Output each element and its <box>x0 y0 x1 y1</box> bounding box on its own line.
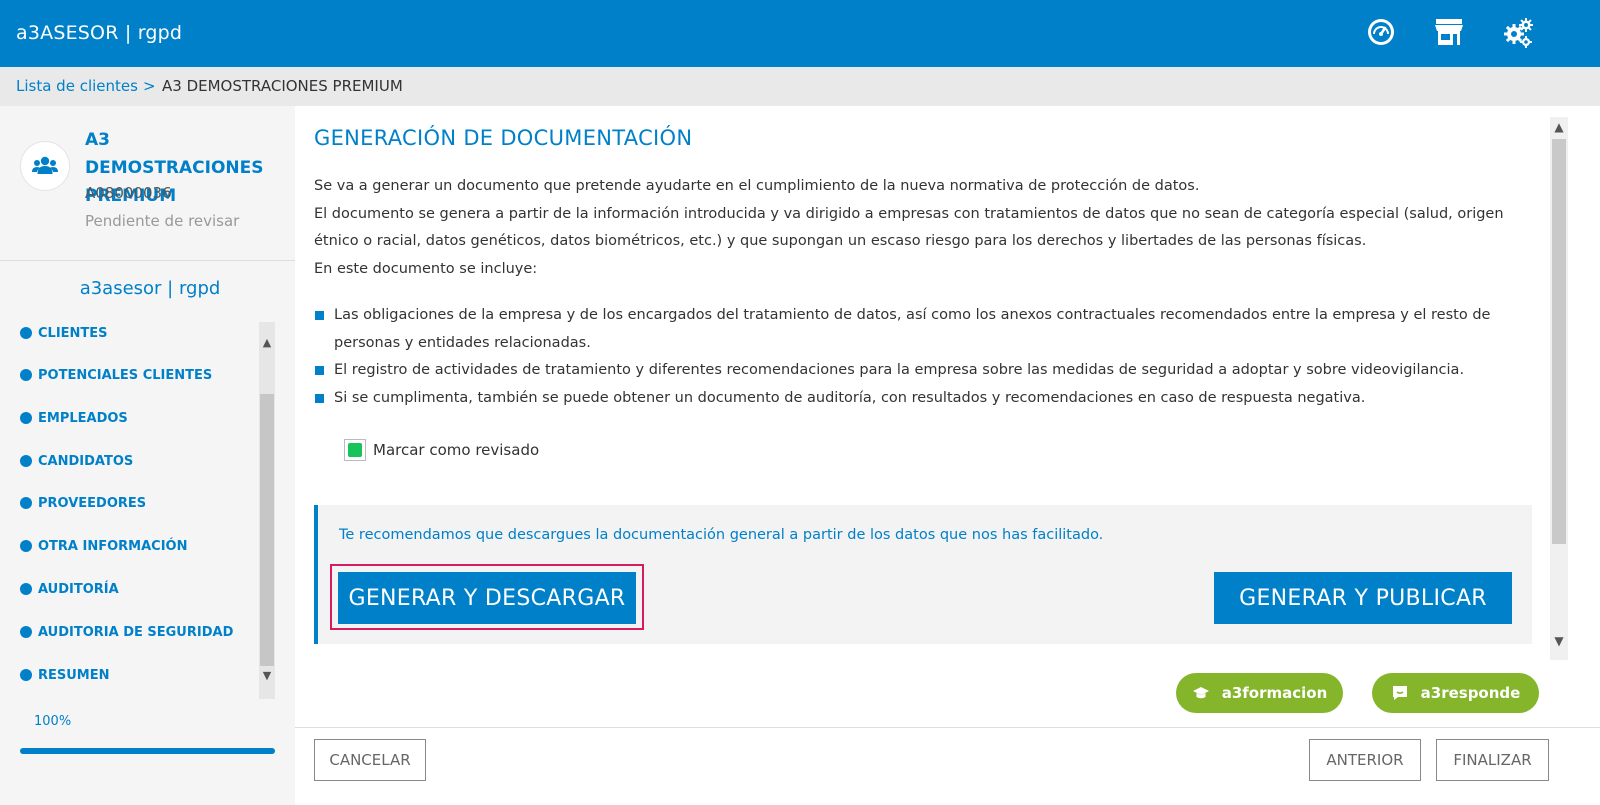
progress-fill <box>20 748 275 754</box>
intro-text: Se va a generar un documento que pretend… <box>314 173 1536 283</box>
progress-bar <box>20 748 275 754</box>
panel-recommendation-text: Te recomendamos que descargues la docume… <box>339 527 1104 543</box>
sidebar-item-empleados[interactable]: EMPLEADOS <box>20 407 128 429</box>
progress-label: 100% <box>34 714 72 729</box>
a3formacion-button[interactable]: a3formacion <box>1176 673 1343 713</box>
store-icon[interactable] <box>1433 16 1465 48</box>
sidebar-scrollbar[interactable]: ▲ ▼ <box>259 322 275 699</box>
sidebar-item-resumen[interactable]: RESUMEN <box>20 664 110 686</box>
page-title: GENERACIÓN DE DOCUMENTACIÓN <box>314 126 693 150</box>
sidebar: A3 DEMOSTRACIONES PREMIUM A08000036 Pend… <box>0 106 295 805</box>
a3responde-label: a3responde <box>1420 684 1521 702</box>
sidebar-item-label: CLIENTES <box>38 325 108 341</box>
dashboard-gauge-icon[interactable] <box>1365 16 1397 48</box>
sidebar-item-clientes[interactable]: CLIENTES <box>20 322 108 344</box>
list-item: Si se cumplimenta, también se puede obte… <box>314 385 1536 413</box>
chevron-up-icon[interactable]: ▲ <box>1550 118 1568 136</box>
sidebar-menu: CLIENTES POTENCIALES CLIENTES EMPLEADOS … <box>0 322 275 699</box>
settings-gears-icon[interactable] <box>1502 16 1534 48</box>
reviewed-checkbox-row[interactable]: Marcar como revisado <box>344 439 539 461</box>
graduation-cap-icon <box>1192 687 1209 699</box>
bullet-icon <box>20 369 32 381</box>
bullet-icon <box>20 327 32 339</box>
checkbox-checked-icon <box>348 443 362 457</box>
list-item: Las obligaciones de la empresa y de los … <box>314 302 1536 357</box>
main-content: GENERACIÓN DE DOCUMENTACIÓN Se va a gene… <box>295 106 1548 726</box>
sidebar-item-potenciales-clientes[interactable]: POTENCIALES CLIENTES <box>20 364 212 386</box>
main-scrollbar[interactable]: ▲ ▼ <box>1550 117 1568 660</box>
client-status: Pendiente de revisar <box>85 212 240 230</box>
intro-paragraph: En este documento se incluye: <box>314 260 538 277</box>
finish-button[interactable]: FINALIZAR <box>1436 739 1549 781</box>
breadcrumb-link-client-list[interactable]: Lista de clientes <box>16 77 138 95</box>
chevron-down-icon[interactable]: ▼ <box>1550 632 1568 650</box>
breadcrumb-current: A3 DEMOSTRACIONES PREMIUM <box>162 77 403 95</box>
chevron-down-icon[interactable]: ▼ <box>259 668 275 684</box>
sidebar-item-proveedores[interactable]: PROVEEDORES <box>20 492 146 514</box>
sidebar-item-label: PROVEEDORES <box>38 495 147 511</box>
client-card: A3 DEMOSTRACIONES PREMIUM A08000036 Pend… <box>0 106 295 261</box>
bullet-icon <box>20 455 32 467</box>
footer-bar: CANCELAR ANTERIOR FINALIZAR <box>295 727 1600 805</box>
main-scroll-thumb[interactable] <box>1552 139 1566 544</box>
sidebar-item-candidatos[interactable]: CANDIDATOS <box>20 450 133 472</box>
chevron-up-icon[interactable]: ▲ <box>259 335 275 351</box>
generate-download-button[interactable]: GENERAR Y DESCARGAR <box>338 572 636 624</box>
previous-button[interactable]: ANTERIOR <box>1309 739 1421 781</box>
breadcrumb: Lista de clientes > A3 DEMOSTRACIONES PR… <box>0 67 1600 106</box>
sidebar-item-otra-informacion[interactable]: OTRA INFORMACIÓN <box>20 535 187 557</box>
bullet-list: Las obligaciones de la empresa y de los … <box>314 302 1536 412</box>
bullet-icon <box>20 669 32 681</box>
cancel-button[interactable]: CANCELAR <box>314 739 426 781</box>
top-bar: a3ASESOR | rgpd <box>0 0 1600 67</box>
sidebar-item-auditoria-seguridad[interactable]: AUDITORIA DE SEGURIDAD <box>20 621 233 643</box>
sidebar-item-label: CANDIDATOS <box>38 453 134 469</box>
sidebar-item-label: AUDITORIA DE SEGURIDAD <box>38 624 234 640</box>
download-panel: Te recomendamos que descargues la docume… <box>314 505 1532 644</box>
bullet-icon <box>20 583 32 595</box>
list-item: El registro de actividades de tratamient… <box>314 357 1536 385</box>
breadcrumb-separator: > <box>143 77 156 95</box>
a3formacion-label: a3formacion <box>1221 684 1328 702</box>
sidebar-scroll-thumb[interactable] <box>260 394 274 666</box>
reviewed-checkbox[interactable] <box>344 439 366 461</box>
bullet-icon <box>20 626 32 638</box>
app-brand: a3ASESOR | rgpd <box>16 22 183 44</box>
generate-publish-button[interactable]: GENERAR Y PUBLICAR <box>1214 572 1512 624</box>
reviewed-checkbox-label: Marcar como revisado <box>373 441 540 459</box>
intro-paragraph: Se va a generar un documento que pretend… <box>314 178 1200 194</box>
client-id: A08000036 <box>85 184 172 202</box>
sidebar-item-auditoria[interactable]: AUDITORÍA <box>20 578 119 600</box>
bullet-icon <box>20 412 32 424</box>
sidebar-item-label: RESUMEN <box>38 667 110 683</box>
bullet-icon <box>20 497 32 509</box>
intro-paragraph: El documento se genera a partir de la in… <box>314 205 1504 250</box>
users-group-icon <box>20 141 70 191</box>
sidebar-item-label: POTENCIALES CLIENTES <box>38 367 213 383</box>
a3responde-button[interactable]: a3responde <box>1372 673 1539 713</box>
bullet-icon <box>20 540 32 552</box>
sidebar-item-label: EMPLEADOS <box>38 410 128 426</box>
chat-bubble-icon <box>1392 686 1407 700</box>
sidebar-item-label: AUDITORÍA <box>38 581 119 597</box>
sidebar-item-label: OTRA INFORMACIÓN <box>38 538 188 554</box>
sidebar-app-title: a3asesor | rgpd <box>79 278 221 299</box>
